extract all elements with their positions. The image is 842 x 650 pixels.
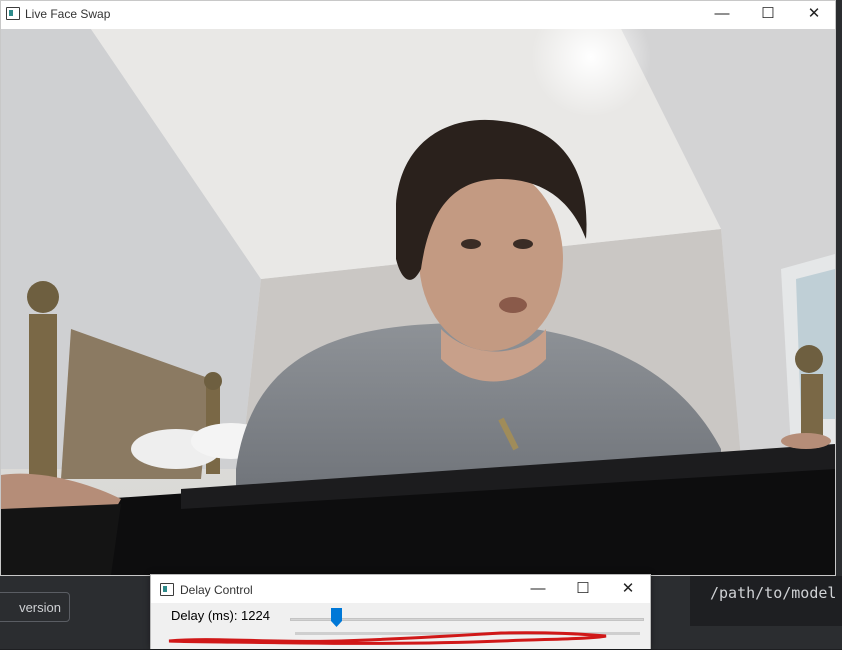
webcam-frame-image [1, 29, 835, 575]
app-window-icon [6, 7, 20, 20]
delay-value-label: Delay (ms): 1224 [171, 608, 270, 623]
close-button[interactable]: ✕ [791, 1, 837, 29]
terminal-path-text: /path/to/model [710, 584, 837, 602]
dialog-window-icon [160, 583, 174, 596]
main-window-title: Live Face Swap [25, 7, 111, 21]
minimize-button[interactable]: — [699, 1, 745, 29]
delay-slider-track[interactable] [290, 618, 644, 621]
dialog-body: Delay (ms): 1224 [151, 604, 650, 649]
live-face-swap-window: Live Face Swap — ☐ ✕ [0, 0, 836, 576]
background-conversion-button[interactable]: version [0, 592, 70, 622]
background-terminal: /path/to/model [690, 576, 842, 626]
maximize-button[interactable]: ☐ [745, 1, 791, 29]
delay-slider-thumb[interactable] [331, 608, 342, 627]
delay-control-dialog: Delay Control — ☐ ✕ Delay (ms): 1224 [150, 574, 651, 649]
dialog-maximize-button[interactable]: ☐ [560, 575, 606, 603]
webcam-video-feed [1, 29, 835, 575]
dialog-close-button[interactable]: ✕ [605, 575, 651, 603]
main-titlebar[interactable]: Live Face Swap — ☐ ✕ [1, 1, 835, 29]
dialog-title: Delay Control [180, 583, 253, 597]
dialog-titlebar[interactable]: Delay Control — ☐ ✕ [151, 575, 650, 603]
dialog-minimize-button[interactable]: — [515, 575, 561, 603]
background-ide-panel [836, 0, 842, 649]
secondary-slider-track[interactable] [295, 632, 640, 635]
